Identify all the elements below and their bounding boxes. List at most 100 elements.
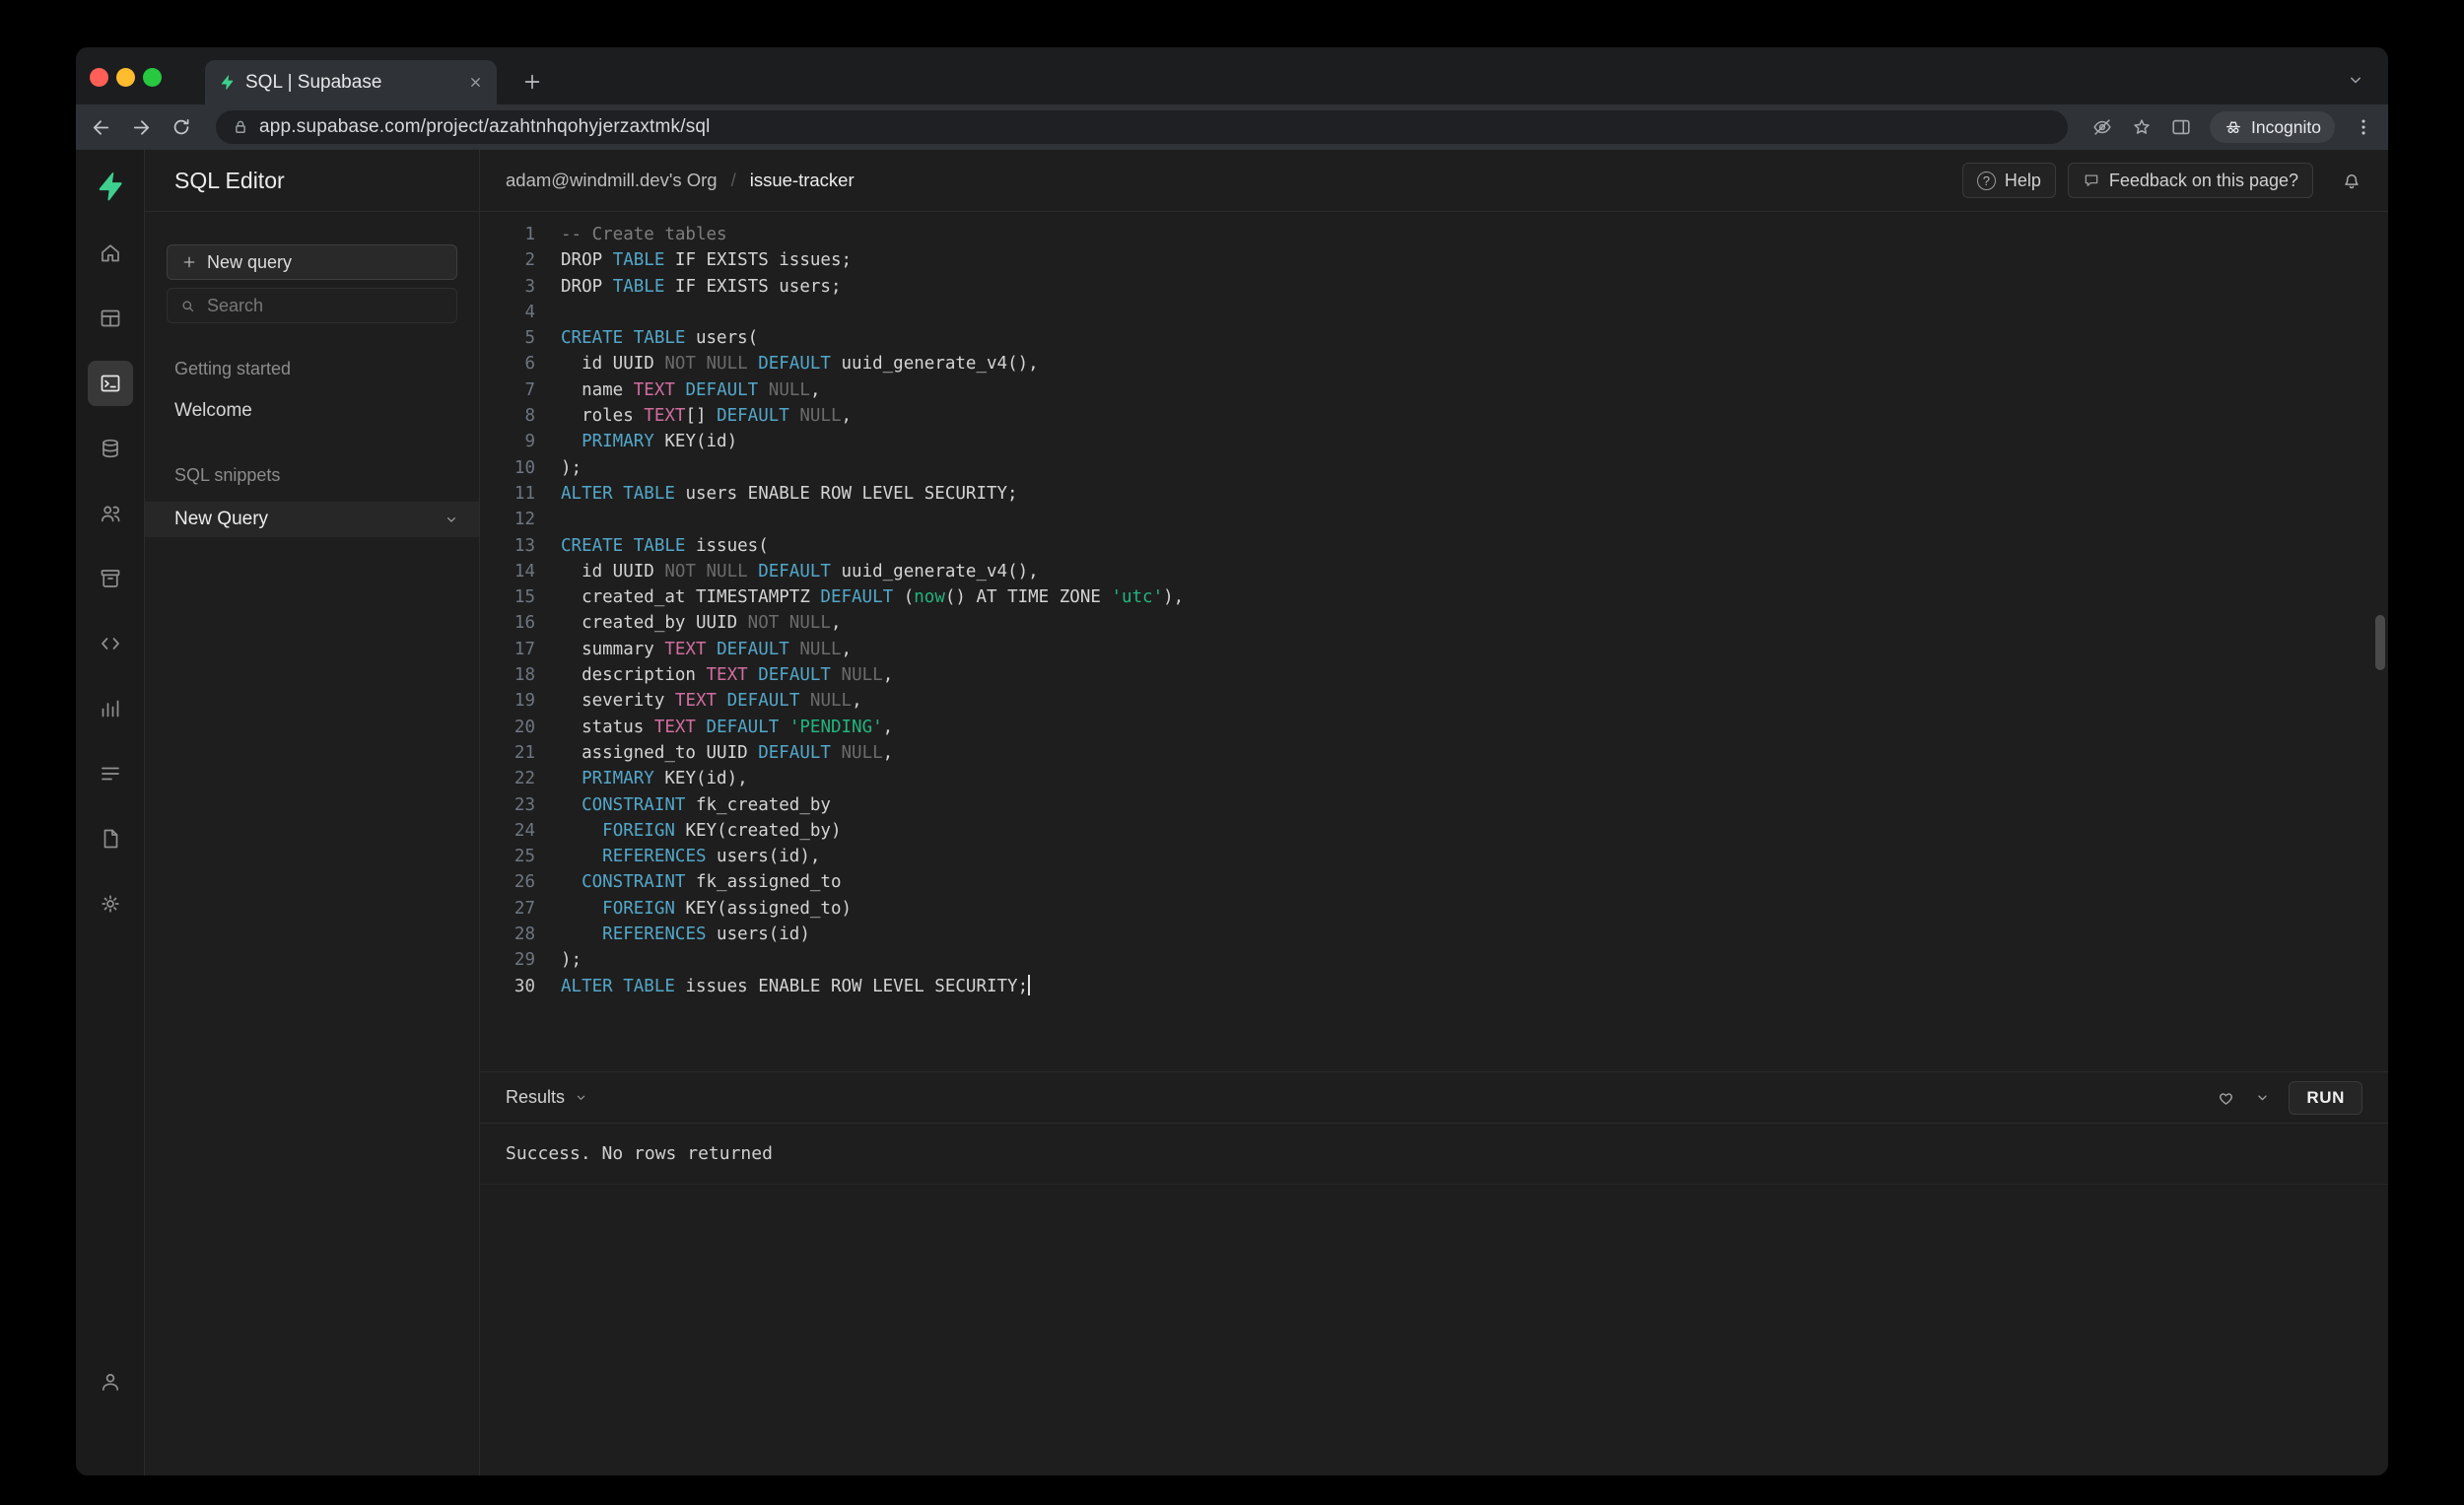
rail-item-logs[interactable] xyxy=(88,751,133,796)
tab-strip: SQL | Supabase xyxy=(76,47,2388,104)
code-line: PRIMARY KEY(id), xyxy=(561,766,1184,791)
tab-title: SQL | Supabase xyxy=(245,72,458,94)
browser-menu-kebab-icon[interactable] xyxy=(2353,116,2374,138)
code-line: id UUID NOT NULL DEFAULT uuid_generate_v… xyxy=(561,351,1184,376)
code-line: DROP TABLE IF EXISTS issues; xyxy=(561,247,1184,273)
eye-off-icon[interactable] xyxy=(2091,116,2113,138)
rail-item-home[interactable] xyxy=(88,231,133,276)
line-number: 25 xyxy=(480,844,535,869)
code-line: created_at TIMESTAMPTZ DEFAULT (now() AT… xyxy=(561,584,1184,610)
line-number: 10 xyxy=(480,455,535,481)
chevron-down-icon xyxy=(444,512,459,527)
notifications-bell-icon[interactable] xyxy=(2341,170,2362,191)
results-message: Success. No rows returned xyxy=(480,1124,2388,1185)
new-tab-button[interactable] xyxy=(515,65,549,99)
tab-close-icon[interactable] xyxy=(468,75,483,90)
forward-button[interactable] xyxy=(130,116,153,139)
rail-item-database[interactable] xyxy=(88,426,133,471)
breadcrumb-separator: / xyxy=(731,170,736,191)
line-number: 11 xyxy=(480,481,535,507)
browser-tab[interactable]: SQL | Supabase xyxy=(205,60,497,104)
line-number: 22 xyxy=(480,766,535,791)
sql-editor[interactable]: 1234567891011121314151617181920212223242… xyxy=(480,212,2388,1071)
line-number: 20 xyxy=(480,715,535,740)
bookmark-star-icon[interactable] xyxy=(2131,116,2153,138)
editor-scrollbar[interactable] xyxy=(2375,615,2385,670)
lock-icon xyxy=(232,118,249,136)
favorite-heart-icon[interactable] xyxy=(2216,1087,2236,1108)
reload-button[interactable] xyxy=(171,116,192,138)
breadcrumb-org[interactable]: adam@windmill.dev's Org xyxy=(506,170,718,191)
help-button[interactable]: ? Help xyxy=(1962,163,2056,198)
search-input-wrap xyxy=(167,288,457,323)
new-query-button[interactable]: New query xyxy=(167,244,457,280)
code-line: REFERENCES users(id), xyxy=(561,844,1184,869)
code-line xyxy=(561,300,1184,325)
section-label-getting-started: Getting started xyxy=(167,359,457,379)
code-line: assigned_to UUID DEFAULT NULL, xyxy=(561,740,1184,766)
side-panel-icon[interactable] xyxy=(2170,116,2192,138)
code-line: REFERENCES users(id) xyxy=(561,922,1184,947)
rail-item-account[interactable] xyxy=(88,1359,133,1404)
code-line: CREATE TABLE issues( xyxy=(561,533,1184,559)
back-button[interactable] xyxy=(90,116,112,139)
code-lines: -- Create tablesDROP TABLE IF EXISTS iss… xyxy=(561,222,1184,1071)
incognito-label: Incognito xyxy=(2251,117,2321,138)
run-button[interactable]: RUN xyxy=(2289,1081,2362,1115)
feedback-button[interactable]: Feedback on this page? xyxy=(2068,163,2313,198)
code-line: status TEXT DEFAULT 'PENDING', xyxy=(561,715,1184,740)
help-icon: ? xyxy=(1977,171,1996,190)
results-bar: Results RUN xyxy=(480,1071,2388,1124)
code-line: FOREIGN KEY(assigned_to) xyxy=(561,896,1184,922)
page-title: SQL Editor xyxy=(174,168,285,194)
code-line: ALTER TABLE users ENABLE ROW LEVEL SECUR… xyxy=(561,481,1184,507)
incognito-icon xyxy=(2224,117,2243,137)
line-number: 21 xyxy=(480,740,535,766)
supabase-app: SQL Editor New query Getting started Wel… xyxy=(76,150,2388,1475)
section-label-sql-snippets: SQL snippets xyxy=(167,465,457,486)
breadcrumb: adam@windmill.dev's Org / issue-tracker xyxy=(506,170,855,191)
search-input[interactable] xyxy=(205,295,445,317)
sidebar-item-new-query[interactable]: New Query xyxy=(145,502,479,537)
results-toggle[interactable]: Results xyxy=(506,1087,588,1108)
sidebar-item-welcome[interactable]: Welcome xyxy=(167,400,457,422)
rail-item-table-editor[interactable] xyxy=(88,296,133,341)
line-number: 2 xyxy=(480,247,535,273)
code-line: -- Create tables xyxy=(561,222,1184,247)
supabase-logo-icon[interactable] xyxy=(94,168,127,205)
code-line: ); xyxy=(561,455,1184,481)
code-line: ); xyxy=(561,947,1184,973)
rail-item-sql-editor[interactable] xyxy=(88,361,133,406)
code-line: ALTER TABLE issues ENABLE ROW LEVEL SECU… xyxy=(561,974,1184,999)
code-line: created_by UUID NOT NULL, xyxy=(561,610,1184,636)
browser-toolbar: app.supabase.com/project/azahtnhqohyjerz… xyxy=(76,104,2388,150)
breadcrumb-project[interactable]: issue-tracker xyxy=(750,170,855,191)
line-number: 1 xyxy=(480,222,535,247)
results-empty-area xyxy=(480,1185,2388,1475)
rail-item-auth[interactable] xyxy=(88,491,133,536)
sidebar-header: SQL Editor xyxy=(145,150,479,212)
text-cursor xyxy=(1028,975,1030,995)
supabase-favicon-icon xyxy=(219,74,236,91)
line-number: 26 xyxy=(480,869,535,895)
zoom-window-button[interactable] xyxy=(143,68,162,87)
rail-item-docs[interactable] xyxy=(88,816,133,861)
line-number: 23 xyxy=(480,792,535,818)
save-dropdown-chevron-icon[interactable] xyxy=(2254,1089,2271,1106)
line-number: 13 xyxy=(480,533,535,559)
line-number: 28 xyxy=(480,922,535,947)
rail-item-settings[interactable] xyxy=(88,881,133,926)
close-window-button[interactable] xyxy=(90,68,108,87)
url-text: app.supabase.com/project/azahtnhqohyjerz… xyxy=(259,116,711,138)
minimize-window-button[interactable] xyxy=(116,68,135,87)
code-line: CONSTRAINT fk_created_by xyxy=(561,792,1184,818)
tab-search-chevron-icon[interactable] xyxy=(2341,65,2370,95)
rail-items xyxy=(88,231,133,946)
line-number: 8 xyxy=(480,403,535,429)
rail-item-api[interactable] xyxy=(88,621,133,666)
address-bar[interactable]: app.supabase.com/project/azahtnhqohyjerz… xyxy=(216,110,2068,144)
line-number: 18 xyxy=(480,662,535,688)
rail-item-storage[interactable] xyxy=(88,556,133,601)
line-number: 6 xyxy=(480,351,535,376)
rail-item-reports[interactable] xyxy=(88,686,133,731)
